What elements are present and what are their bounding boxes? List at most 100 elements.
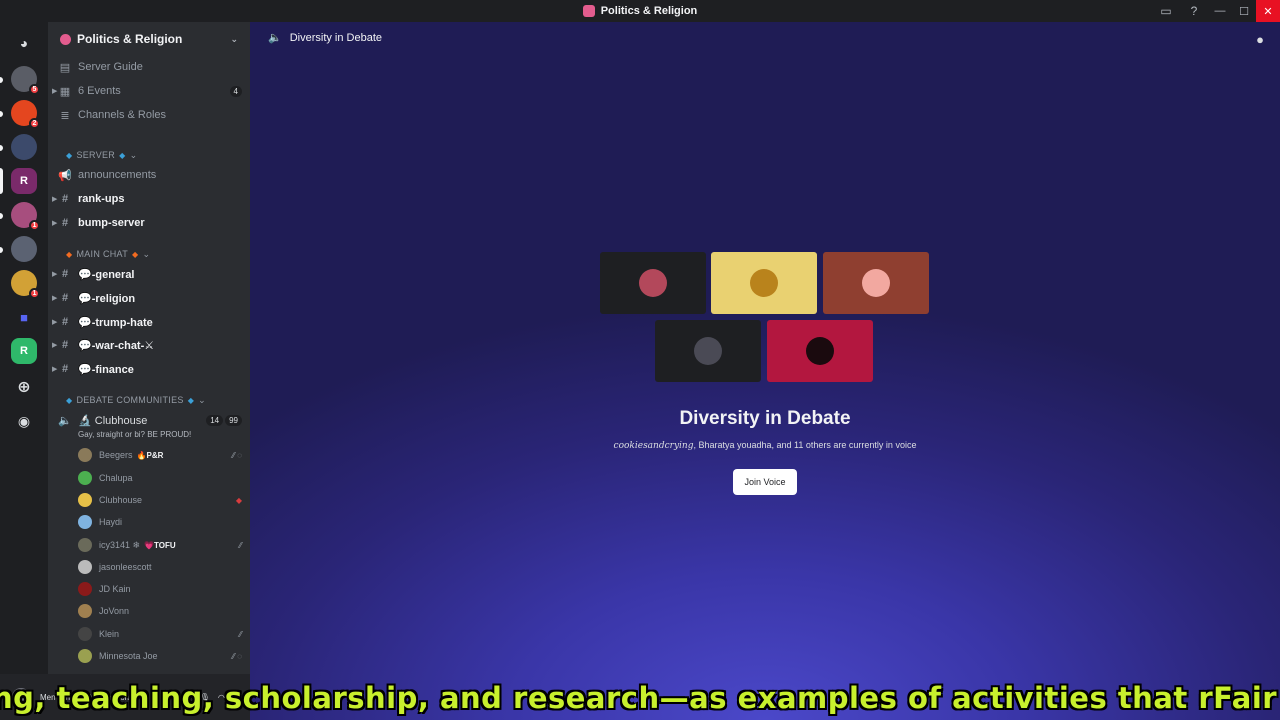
muted-mic-icon: ⁄⁄: [239, 540, 242, 550]
user-name: Minnesota Joe: [99, 651, 158, 661]
channel-label: 💬-trump-hate: [78, 316, 153, 329]
user-name: JD Kain: [99, 584, 131, 594]
caret-icon: ▶: [52, 196, 58, 203]
muted-mic-icon: ⁄⁄ ◌: [232, 450, 242, 460]
hash-icon: #: [61, 316, 69, 328]
channel-war-chat[interactable]: ▶ # 💬-war-chat-⚔: [52, 334, 242, 356]
chevron-down-icon: ⌄: [142, 248, 151, 259]
avatar: [78, 471, 92, 485]
discover-icon[interactable]: ◉: [11, 408, 37, 434]
join-voice-button[interactable]: Join Voice: [733, 469, 797, 495]
server-2[interactable]: 2: [11, 100, 40, 129]
maximize-button[interactable]: ☐: [1232, 0, 1256, 22]
participant-tile[interactable]: [600, 252, 706, 314]
participant-tile[interactable]: [767, 320, 873, 382]
category-label: SERVER: [76, 150, 116, 160]
server-4-active[interactable]: R: [11, 168, 37, 194]
channel-religion[interactable]: ▶ # 💬-religion: [52, 287, 242, 309]
calendar-icon: ▦: [59, 85, 71, 98]
minimize-button[interactable]: —: [1208, 0, 1232, 22]
channel-trump-hate[interactable]: ▶ # 💬-trump-hate: [52, 311, 242, 333]
guild-header[interactable]: Politics & Religion ⌄: [48, 22, 250, 56]
server-r[interactable]: R: [11, 338, 37, 364]
server-6[interactable]: [11, 236, 37, 262]
server-5[interactable]: 1: [11, 202, 40, 231]
voice-user[interactable]: icy3141 ❄ 💗TOFU ⁄⁄: [78, 534, 242, 556]
sidebar-item-server-guide[interactable]: ▤ Server Guide: [58, 56, 242, 78]
channel-title: Diversity in Debate: [289, 31, 383, 44]
voice-user[interactable]: JoVonn: [78, 600, 242, 622]
voice-user[interactable]: Minnesota Joe ⁄⁄ ◌: [78, 645, 242, 667]
sidebar-item-label: Server Guide: [78, 61, 143, 73]
voice-user[interactable]: Clubhouse ◆: [78, 489, 242, 511]
server-1[interactable]: 5: [11, 66, 40, 95]
voice-channel-clubhouse[interactable]: 🔈 🔬 Clubhouse 14 99: [58, 409, 242, 431]
avatar: [639, 269, 667, 297]
caret-icon: ▶: [52, 342, 58, 349]
user-tag: 🔥P&R: [136, 450, 164, 460]
video-caption: ng, teaching, scholarship, and research—…: [0, 680, 1280, 720]
voice-channel-status: Gay, straight or bi? BE PROUD!: [78, 430, 192, 439]
user-name: icy3141 ❄: [99, 539, 141, 550]
discord-home-icon[interactable]: ◕: [11, 30, 37, 56]
speaker-icon: 🔈: [268, 32, 282, 44]
category-label: MAIN CHAT: [76, 249, 128, 259]
channel-label: announcements: [78, 169, 157, 181]
hash-icon: #: [61, 292, 69, 304]
voice-user[interactable]: Klein ⁄⁄: [78, 623, 242, 645]
avatar: [78, 538, 92, 552]
channel-announcements[interactable]: 📢 announcements: [58, 164, 242, 186]
voice-user[interactable]: Haydi: [78, 511, 242, 533]
voice-channel-title: Diversity in Debate: [679, 408, 851, 429]
sidebar-item-events[interactable]: ▶ ▦ 6 Events 4: [52, 80, 242, 102]
hash-icon: #: [61, 193, 69, 205]
events-count: 4: [229, 85, 242, 97]
channel-label: rank-ups: [78, 193, 125, 205]
voice-participants-summary: cookiesandcrying, Bharatya youadha, and …: [250, 440, 1280, 451]
server-3[interactable]: [11, 134, 37, 160]
mention-badge: 1: [29, 288, 40, 299]
category-server[interactable]: ◆ SERVER ◆ ⌄: [62, 147, 242, 163]
close-button[interactable]: ✕: [1256, 0, 1280, 22]
participant-tile[interactable]: [655, 320, 761, 382]
add-server-icon[interactable]: ⊕: [11, 374, 37, 400]
participant-tile[interactable]: [823, 252, 929, 314]
voice-user[interactable]: Chalupa: [78, 467, 242, 489]
participant-summary-rest: , Bharatya youadha, and 11 others are cu…: [693, 440, 917, 450]
category-debate[interactable]: ◆ DEBATE COMMUNITIES ◆ ⌄: [62, 392, 242, 408]
sidebar-item-channels-roles[interactable]: ≣ Channels & Roles: [58, 104, 242, 126]
megaphone-icon: 📢: [58, 169, 72, 182]
participant-tile[interactable]: [711, 252, 817, 314]
diamond-icon: ◆: [119, 150, 126, 160]
channel-general[interactable]: ▶ # 💬-general: [52, 263, 242, 285]
speaker-icon: 🔈: [58, 414, 72, 427]
guild-name: Politics & Religion: [77, 32, 183, 46]
voice-user[interactable]: jasonleescott: [78, 556, 242, 578]
chevron-down-icon: ⌄: [129, 149, 138, 160]
folder-icon[interactable]: ■: [11, 304, 37, 330]
help-icon[interactable]: ?: [1180, 0, 1208, 22]
window-title-text: Politics & Religion: [600, 5, 698, 17]
avatar: [78, 649, 92, 663]
avatar: [750, 269, 778, 297]
inbox-icon[interactable]: ▭: [1152, 0, 1180, 22]
server-icon: [582, 5, 595, 17]
voice-user[interactable]: JD Kain: [78, 578, 242, 600]
chevron-down-icon: ⌄: [198, 394, 206, 405]
category-main-chat[interactable]: ◆ MAIN CHAT ◆ ⌄: [62, 246, 242, 262]
caret-icon: ▶: [52, 220, 58, 227]
caption-text: ng, teaching, scholarship, and research—…: [0, 681, 1280, 715]
server-7[interactable]: 1: [11, 270, 40, 299]
channel-finance[interactable]: ▶ # 💬-finance: [52, 358, 242, 380]
user-name: Clubhouse: [99, 495, 143, 505]
avatar: [78, 560, 92, 574]
user-tag: 💗TOFU: [144, 540, 176, 550]
voice-user[interactable]: Beegers 🔥P&R ⁄⁄ ◌: [78, 444, 242, 466]
diamond-icon: ◆: [187, 395, 195, 405]
channel-label: 💬-finance: [78, 363, 134, 376]
muted-mic-icon: ⁄⁄ ◌: [232, 651, 242, 661]
channel-rank-ups[interactable]: ▶ # rank-ups: [52, 188, 242, 210]
unread-pill: [0, 213, 3, 219]
chat-bubble-icon[interactable]: ●: [1256, 32, 1264, 47]
channel-bump-server[interactable]: ▶ # bump-server: [52, 212, 242, 234]
